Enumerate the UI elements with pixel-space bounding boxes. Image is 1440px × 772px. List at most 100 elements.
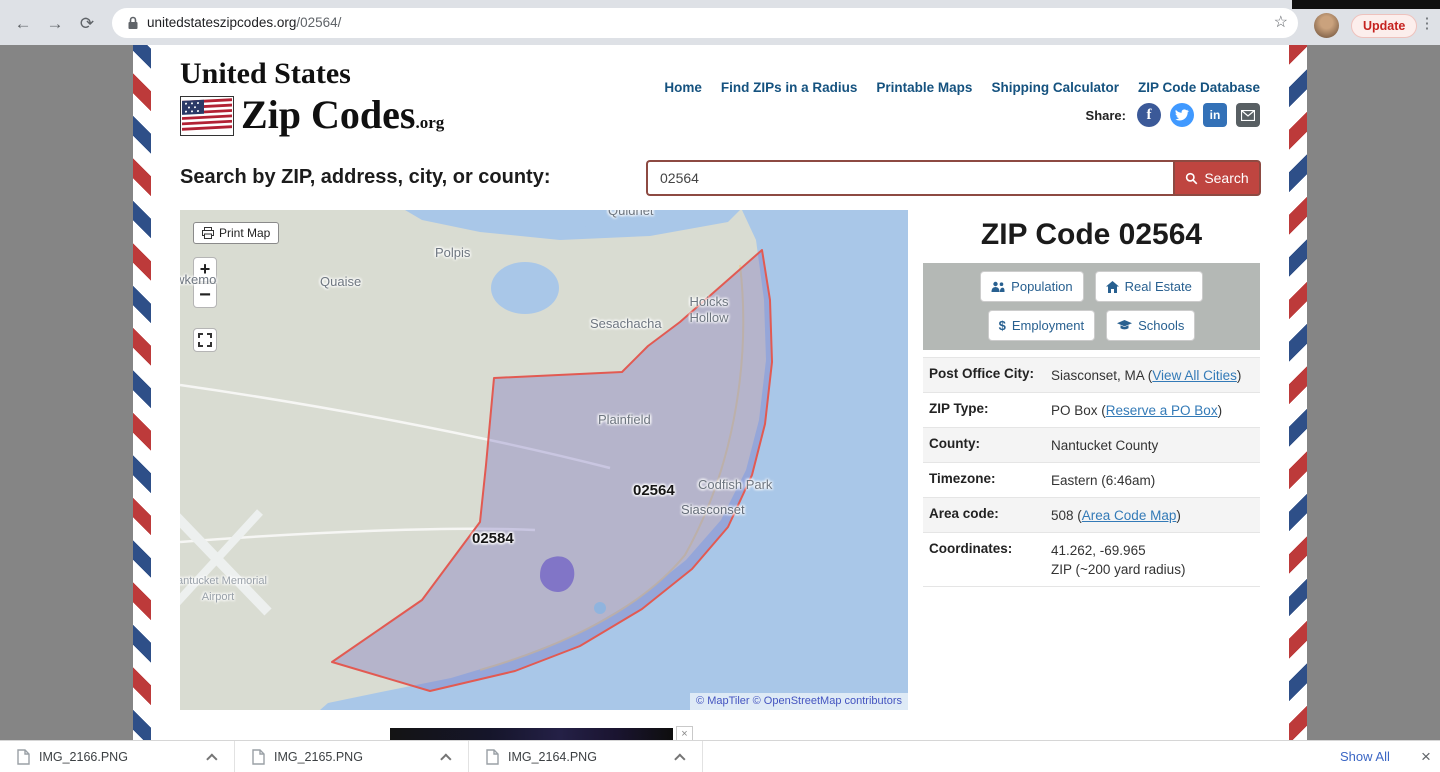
nav-zip-code-database[interactable]: ZIP Code Database	[1138, 80, 1260, 95]
table-row: County: Nantucket County	[923, 427, 1260, 462]
page-title: ZIP Code 02564	[980, 218, 1203, 251]
share-label: Share:	[1085, 107, 1126, 123]
home-icon	[1105, 280, 1119, 293]
employment-label: Employment	[1011, 318, 1085, 333]
flag-logo-icon[interactable]	[180, 96, 234, 136]
nav-shipping-calculator[interactable]: Shipping Calculator	[991, 80, 1119, 95]
row-value-text: Nantucket County	[1051, 438, 1159, 453]
schools-button[interactable]: Schools	[1106, 310, 1196, 341]
nav-find-zips-radius[interactable]: Find ZIPs in a Radius	[721, 80, 858, 95]
map-label-siasconset: Siasconset	[681, 502, 745, 517]
url-bar[interactable]: unitedstateszipcodes.org/02564/ ☆	[112, 8, 1298, 38]
row-value: 41.262, -69.965 ZIP (~200 yard radius)	[1051, 541, 1185, 579]
view-all-cities-link[interactable]: View All Cities	[1152, 368, 1237, 383]
row-value-text: 41.262, -69.965	[1051, 543, 1146, 558]
main-navigation: Home Find ZIPs in a Radius Printable Map…	[664, 80, 1260, 95]
search-icon	[1186, 172, 1198, 184]
row-value-post: )	[1217, 403, 1223, 418]
share-row: Share: f in	[1086, 103, 1260, 127]
reload-button[interactable]: ⟳	[74, 11, 100, 37]
fullscreen-icon	[198, 333, 212, 347]
linkedin-share-icon[interactable]: in	[1203, 103, 1227, 127]
row-value-post: )	[1236, 368, 1242, 383]
forward-button[interactable]: →	[42, 11, 68, 37]
profile-avatar[interactable]	[1314, 13, 1339, 38]
row-value-line2: ZIP (~200 yard radius)	[1051, 562, 1186, 577]
download-menu-chevron-icon[interactable]	[206, 752, 218, 765]
row-label: County:	[929, 436, 980, 451]
table-row: Coordinates: 41.262, -69.965 ZIP (~200 ya…	[923, 532, 1260, 587]
map-label-hoicks-hollow: Hoicks Hollow	[689, 294, 729, 325]
table-row: Timezone: Eastern (6:46am)	[923, 462, 1260, 497]
map-zip-label-02584: 02584	[472, 530, 514, 547]
browser-toolbar: ← → ⟳ unitedstateszipcodes.org/02564/ ☆	[0, 0, 1440, 45]
row-value: Siasconset, MA (View All Cities)	[1051, 366, 1241, 385]
download-item[interactable]: IMG_2166.PNG	[0, 741, 235, 772]
row-value-text: 508 (	[1051, 508, 1082, 523]
chrome-update-button[interactable]: Update	[1351, 14, 1418, 38]
downloads-bar-close-icon[interactable]: ×	[1414, 741, 1438, 772]
download-menu-chevron-icon[interactable]	[674, 752, 686, 765]
logo-zipcodes: Zip Codes	[241, 92, 416, 137]
zip-map[interactable]: Print Map + − Quidnet Polpis Quaise Shaw…	[180, 210, 908, 710]
email-share-icon[interactable]	[1236, 103, 1260, 127]
population-button[interactable]: Population	[980, 271, 1084, 302]
back-button[interactable]: ←	[10, 11, 36, 37]
bookmark-star-icon[interactable]: ☆	[1274, 12, 1288, 32]
row-value-text: Eastern (6:46am)	[1051, 473, 1156, 488]
map-attribution[interactable]: © MapTiler © OpenStreetMap contributors	[690, 693, 908, 710]
reserve-po-box-link[interactable]: Reserve a PO Box	[1106, 403, 1218, 418]
airmail-border-left	[133, 45, 151, 772]
people-icon	[991, 281, 1005, 292]
map-label-airport: Nantucket Memorial Airport	[180, 575, 267, 603]
printer-icon	[202, 227, 214, 239]
graduation-cap-icon	[1117, 319, 1133, 329]
search-button[interactable]: Search	[1173, 160, 1261, 196]
airmail-border-right	[1289, 45, 1307, 772]
row-value: PO Box (Reserve a PO Box)	[1051, 401, 1222, 420]
table-row: ZIP Type: PO Box (Reserve a PO Box)	[923, 392, 1260, 427]
quick-links-box: Population Real Estate $ Employment Scho…	[923, 263, 1260, 350]
nav-printable-maps[interactable]: Printable Maps	[876, 80, 972, 95]
row-value: Eastern (6:46am)	[1051, 471, 1155, 490]
search-button-label: Search	[1204, 170, 1249, 186]
site-logo-text-top[interactable]: United States	[180, 57, 351, 91]
fullscreen-button[interactable]	[193, 328, 217, 352]
row-label: ZIP Type:	[929, 401, 989, 416]
table-row: Area code: 508 (Area Code Map)	[923, 497, 1260, 532]
download-item[interactable]: IMG_2164.PNG	[469, 741, 703, 772]
downloads-bar: IMG_2166.PNG IMG_2165.PNG IMG_2164.PNG S…	[0, 740, 1440, 772]
webpage: United States Zip Codes.org Home Find ZI…	[133, 45, 1307, 772]
real-estate-label: Real Estate	[1124, 279, 1192, 294]
window-background-strip	[1292, 0, 1440, 9]
row-label: Area code:	[929, 506, 999, 521]
show-all-downloads-button[interactable]: Show All	[1340, 741, 1390, 772]
map-label-polpis: Polpis	[435, 245, 471, 260]
nav-home[interactable]: Home	[664, 80, 702, 95]
facebook-share-icon[interactable]: f	[1137, 103, 1161, 127]
map-zip-label-02564: 02564	[633, 482, 675, 499]
download-menu-chevron-icon[interactable]	[440, 752, 452, 765]
row-value-post: )	[1176, 508, 1181, 523]
schools-label: Schools	[1138, 318, 1185, 333]
download-item[interactable]: IMG_2165.PNG	[235, 741, 469, 772]
area-code-map-link[interactable]: Area Code Map	[1082, 508, 1177, 523]
population-label: Population	[1011, 279, 1073, 294]
map-label-shawkemo: Shawkemo	[180, 272, 217, 287]
real-estate-button[interactable]: Real Estate	[1094, 271, 1203, 302]
lock-icon	[127, 16, 139, 35]
download-filename: IMG_2165.PNG	[274, 749, 363, 764]
zip-info-table: Post Office City: Siasconset, MA (View A…	[923, 357, 1260, 587]
row-value-text: PO Box (	[1051, 403, 1106, 418]
row-label: Timezone:	[929, 471, 996, 486]
map-label-plainfield: Plainfield	[598, 412, 651, 427]
browser-menu-icon[interactable]: ⋮	[1417, 12, 1437, 36]
url-text: unitedstateszipcodes.org/02564/	[147, 15, 341, 30]
site-logo-text-main[interactable]: Zip Codes.org	[241, 91, 444, 138]
file-icon	[252, 748, 265, 765]
print-map-button[interactable]: Print Map	[193, 222, 280, 244]
employment-button[interactable]: $ Employment	[987, 310, 1096, 341]
twitter-share-icon[interactable]	[1170, 103, 1194, 127]
row-value: 508 (Area Code Map)	[1051, 506, 1181, 525]
search-input[interactable]	[646, 160, 1173, 196]
